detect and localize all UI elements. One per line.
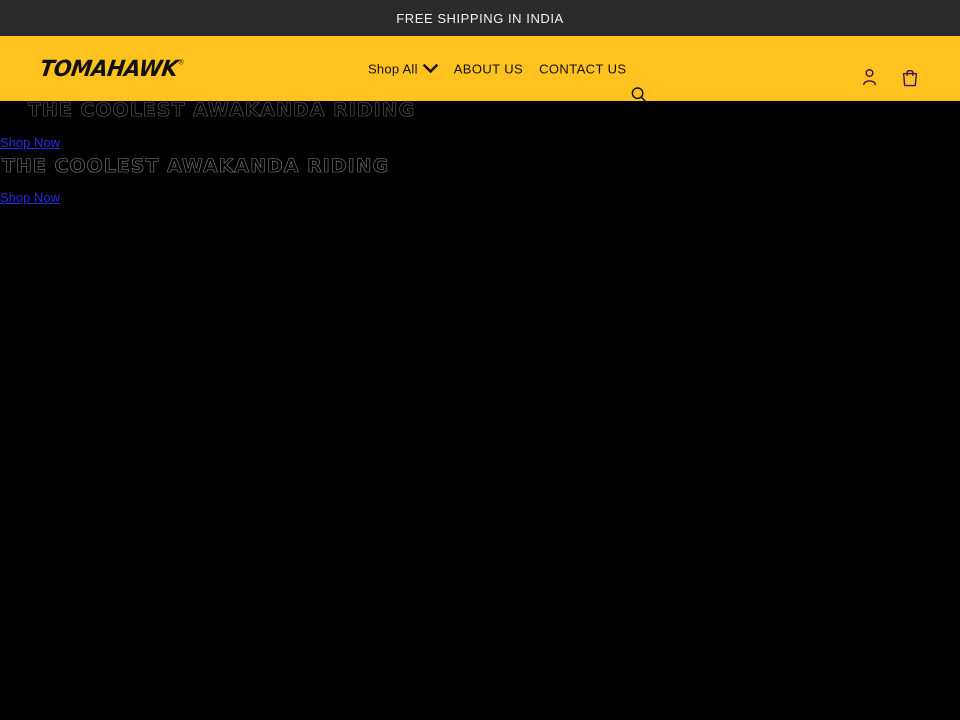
site-header: TOMAHAWK ® Shop All ABOUT US CONTACT US <box>0 36 960 102</box>
site-logo[interactable]: TOMAHAWK ® <box>38 55 184 81</box>
hero-shop-now-link[interactable]: Shop Now <box>0 135 60 150</box>
hero-slide-heading: THE COOLEST AWAKANDA RIDING <box>28 101 416 121</box>
nav-item-contact-us-label: CONTACT US <box>539 61 627 76</box>
chevron-down-icon <box>422 61 438 76</box>
hero-slide: THE COOLEST AWAKANDA RIDING Shop Now <box>0 155 960 207</box>
cart-icon <box>902 68 918 92</box>
hero-slideshow: THE COOLEST AWAKANDA RIDING Shop Now THE… <box>0 101 960 720</box>
hero-slide-heading: THE COOLEST AWAKANDA RIDING <box>2 155 390 177</box>
announcement-text: FREE SHIPPING IN INDIA <box>396 10 564 26</box>
nav-item-contact-us[interactable]: CONTACT US <box>539 61 626 76</box>
cart-button[interactable] <box>900 69 920 91</box>
logo-trademark-icon: ® <box>178 59 184 66</box>
hero-shop-now-link[interactable]: Shop Now <box>0 190 60 205</box>
logo-text: TOMAHAWK <box>38 55 180 81</box>
header-icon-group <box>859 69 920 91</box>
hero-slide: THE COOLEST AWAKANDA RIDING Shop Now <box>0 101 960 152</box>
announcement-bar: FREE SHIPPING IN INDIA <box>0 0 960 36</box>
account-button[interactable] <box>859 69 879 91</box>
nav-item-about-us-label: ABOUT US <box>453 61 524 76</box>
account-icon <box>862 68 877 91</box>
nav-item-shop-all-label: Shop All <box>368 61 418 76</box>
nav-item-about-us[interactable]: ABOUT US <box>454 61 523 76</box>
nav-item-shop-all[interactable]: Shop All <box>368 61 438 76</box>
main-navigation: Shop All ABOUT US CONTACT US <box>368 61 626 76</box>
